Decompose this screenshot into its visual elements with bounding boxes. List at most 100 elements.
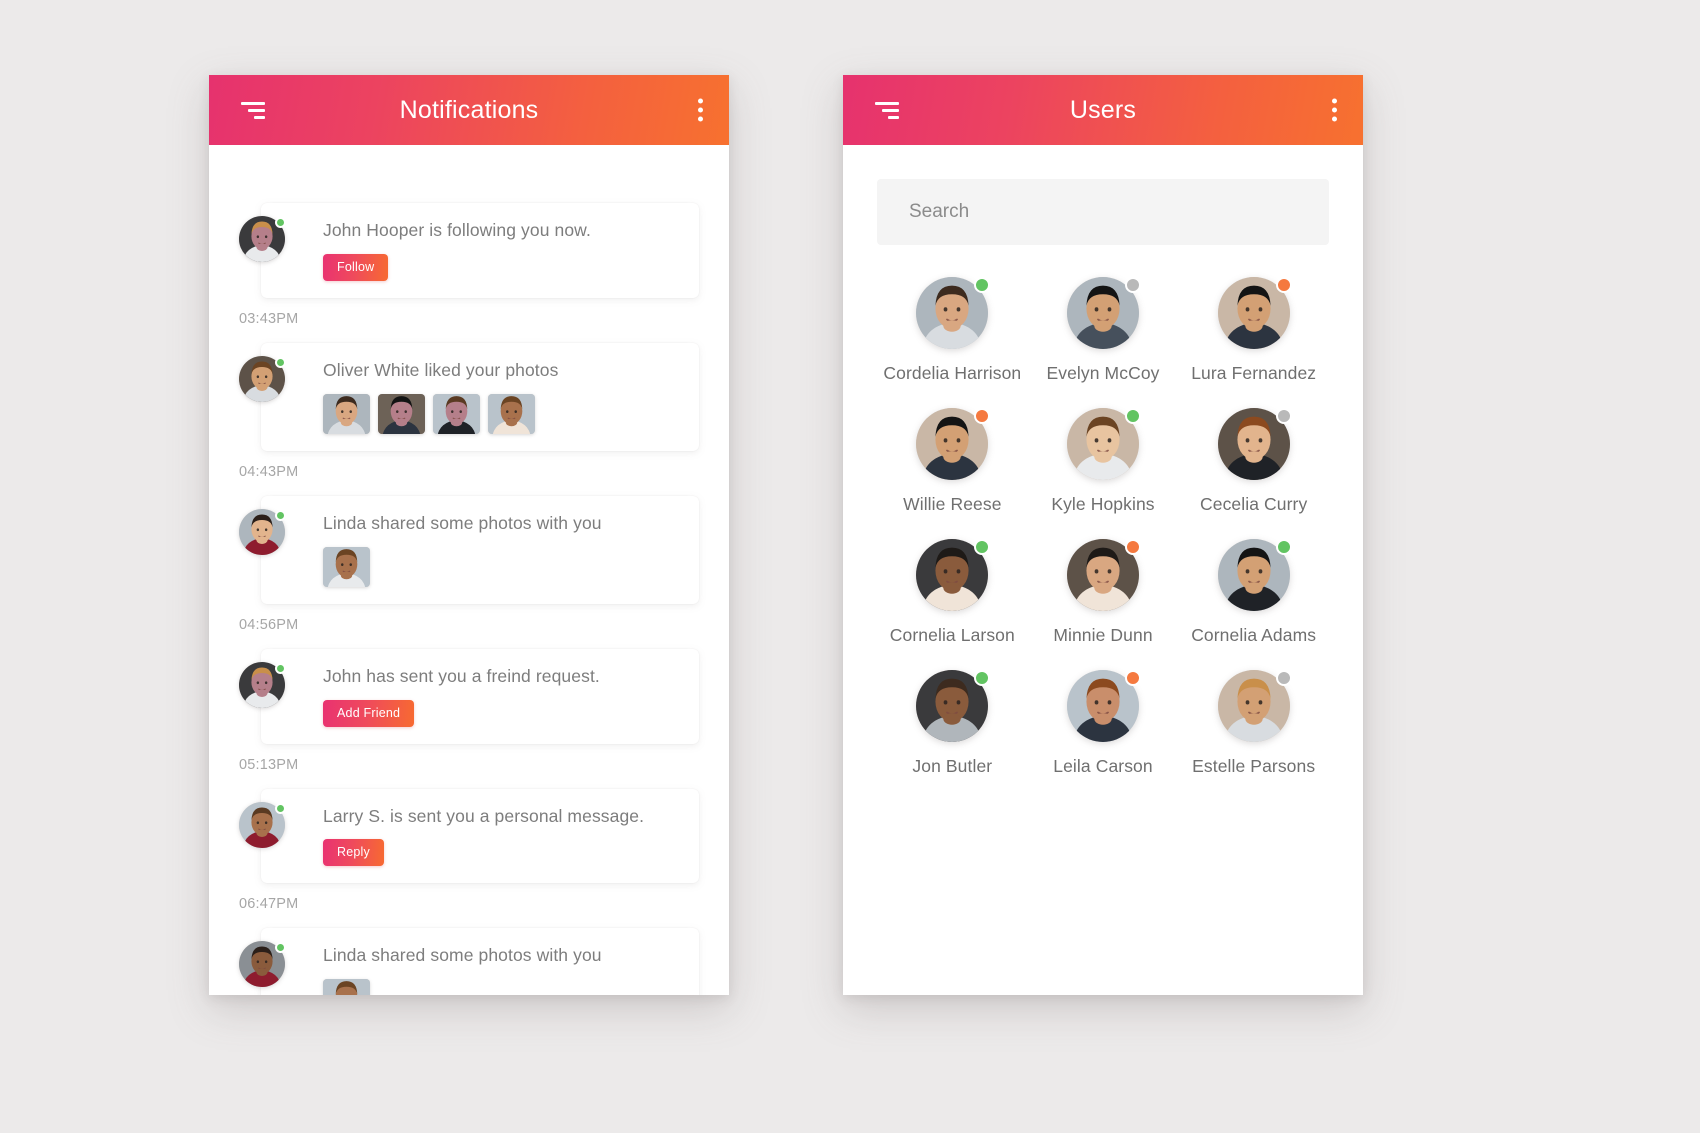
user-cell[interactable]: Cecelia Curry	[1178, 408, 1329, 515]
user-name: Cecelia Curry	[1200, 494, 1308, 514]
user-cell[interactable]: Kyle Hopkins	[1028, 408, 1179, 515]
kebab-dot-1	[698, 98, 703, 104]
avatar[interactable]	[1217, 408, 1292, 480]
notification-action-button[interactable]: Add Friend	[323, 699, 415, 727]
avatar[interactable]	[916, 670, 991, 742]
user-cell[interactable]: Cornelia Adams	[1178, 539, 1329, 646]
avatar[interactable]	[1066, 277, 1141, 349]
status-dot-online	[1275, 539, 1292, 555]
notifications-appbar: Notifications	[209, 75, 729, 145]
avatar[interactable]	[239, 355, 286, 402]
user-cell[interactable]: Lura Fernandez	[1178, 277, 1329, 384]
notification-card[interactable]: John has sent you a freind request. Add F…	[239, 648, 699, 744]
photo-thumbnail[interactable]	[488, 393, 535, 434]
status-dot-offline	[1124, 277, 1141, 293]
photo-thumbnail[interactable]	[323, 393, 370, 434]
notification-item[interactable]: Oliver White liked your photos 04:43PM	[239, 342, 699, 480]
users-title: Users	[1069, 95, 1137, 124]
status-dot-offline	[1275, 670, 1292, 686]
user-name: Kyle Hopkins	[1051, 494, 1155, 514]
avatar[interactable]	[1066, 539, 1141, 611]
user-cell[interactable]: Minnie Dunn	[1028, 539, 1179, 646]
notification-text: Larry S. is sent you a personal message.	[323, 805, 645, 826]
user-name: Cornelia Larson	[889, 625, 1015, 645]
notifications-screen: Notifications John Hooper is following y…	[209, 75, 729, 995]
status-dot-away	[1124, 670, 1141, 686]
avatar[interactable]	[1066, 408, 1141, 480]
status-dot-away	[1275, 277, 1292, 293]
more-vertical-icon[interactable]	[1332, 98, 1337, 122]
status-dot-online	[275, 509, 286, 521]
notification-card[interactable]: John Hooper is following you now. Follow	[239, 203, 699, 298]
photo-thumbnail[interactable]	[323, 979, 370, 995]
notification-item[interactable]: John has sent you a freind request. Add F…	[239, 648, 699, 773]
notification-timestamp: 04:56PM	[239, 616, 299, 633]
avatar[interactable]	[239, 216, 286, 262]
photo-thumbnail-row	[323, 393, 681, 434]
user-cell[interactable]: Jon Butler	[877, 670, 1028, 777]
notification-text: Linda shared some photos with you	[323, 945, 602, 966]
user-cell[interactable]: Cordelia Harrison	[877, 277, 1028, 384]
avatar[interactable]	[1217, 277, 1292, 349]
user-cell[interactable]: Leila Carson	[1028, 670, 1179, 777]
avatar[interactable]	[1066, 670, 1141, 742]
avatar[interactable]	[239, 508, 286, 555]
photo-thumbnail-row	[323, 979, 681, 995]
user-name: Leila Carson	[1053, 756, 1153, 776]
notification-item[interactable]: John Hooper is following you now. Follow 0…	[239, 203, 699, 327]
avatar[interactable]	[1217, 670, 1292, 742]
hamburger-bar-1	[241, 101, 265, 105]
user-cell[interactable]: Estelle Parsons	[1178, 670, 1329, 777]
notification-card[interactable]: Oliver White liked your photos	[239, 342, 699, 451]
search-input[interactable]	[877, 179, 1329, 245]
avatar[interactable]	[239, 661, 286, 708]
photo-thumbnail[interactable]	[378, 393, 425, 434]
user-name: Evelyn McCoy	[1046, 363, 1160, 383]
user-cell[interactable]: Willie Reese	[877, 408, 1028, 515]
notifications-list: John Hooper is following you now. Follow 0…	[209, 145, 729, 995]
user-cell[interactable]: Evelyn McCoy	[1028, 277, 1179, 384]
kebab-dot-2	[1332, 107, 1337, 113]
notification-action-button[interactable]: Reply	[323, 839, 384, 867]
status-dot-online	[275, 356, 286, 368]
status-dot-online	[974, 670, 991, 686]
hamburger-icon[interactable]	[235, 99, 265, 121]
status-dot-online	[1124, 408, 1141, 424]
notification-item[interactable]: Larry S. is sent you a personal message.…	[239, 788, 699, 912]
screenshot-stage: Notifications John Hooper is following y…	[0, 0, 1700, 1133]
avatar[interactable]	[239, 941, 286, 988]
avatar[interactable]	[916, 408, 991, 480]
user-name: Willie Reese	[903, 494, 1002, 514]
notification-timestamp: 04:43PM	[239, 463, 299, 480]
status-dot-online	[275, 662, 286, 674]
notification-item[interactable]: Linda shared some photos with you	[239, 928, 699, 995]
status-dot-online	[275, 942, 286, 954]
kebab-dot-1	[1332, 98, 1337, 104]
user-name: Minnie Dunn	[1053, 625, 1153, 645]
notification-card[interactable]: Larry S. is sent you a personal message.…	[239, 788, 699, 884]
status-dot-online	[275, 802, 286, 814]
kebab-dot-2	[698, 107, 703, 113]
notifications-title: Notifications	[399, 95, 539, 124]
user-cell[interactable]: Cornelia Larson	[877, 539, 1028, 646]
avatar[interactable]	[1217, 539, 1292, 611]
avatar[interactable]	[916, 277, 991, 349]
notification-text: Oliver White liked your photos	[323, 359, 559, 380]
hamburger-bar-2	[248, 108, 265, 112]
user-name: Cordelia Harrison	[883, 363, 1022, 383]
photo-thumbnail[interactable]	[433, 393, 480, 434]
status-dot-online	[974, 539, 991, 555]
users-body: Cordelia Harrison Evelyn McCoy Lura Fernan…	[843, 145, 1363, 995]
notification-card[interactable]: Linda shared some photos with you	[239, 495, 699, 604]
avatar[interactable]	[916, 539, 991, 611]
avatar[interactable]	[239, 801, 286, 848]
notification-action-button[interactable]: Follow	[323, 253, 389, 281]
hamburger-icon[interactable]	[869, 99, 899, 121]
more-vertical-icon[interactable]	[698, 98, 703, 122]
notification-card[interactable]: Linda shared some photos with you	[239, 928, 699, 995]
notification-item[interactable]: Linda shared some photos with you 04:56PM	[239, 495, 699, 633]
users-screen: Users Cordelia Harrison Evelyn McCoy Lura …	[843, 75, 1363, 995]
photo-thumbnail[interactable]	[323, 546, 370, 587]
status-dot-online	[974, 277, 991, 293]
hamburger-bar-3	[888, 115, 899, 119]
